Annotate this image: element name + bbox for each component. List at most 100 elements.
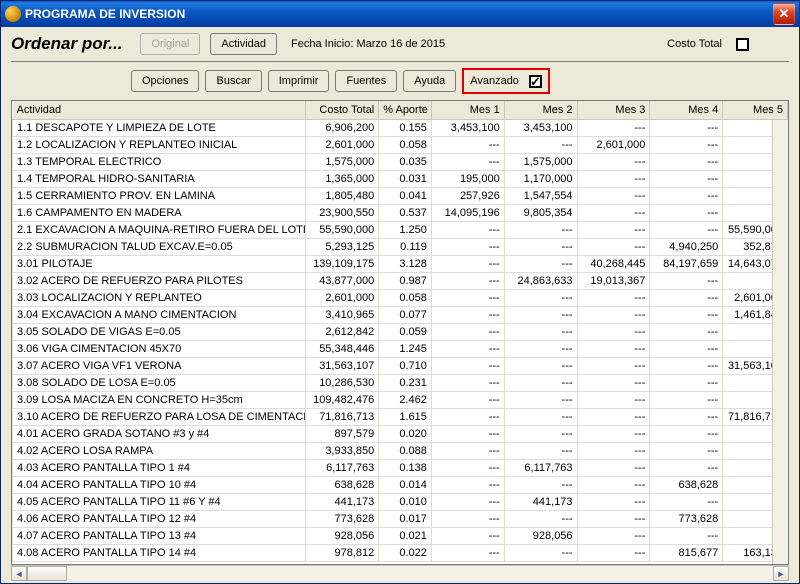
value-cell: 109,482,476 (306, 391, 379, 408)
activity-cell: 3.08 SOLADO DE LOSA E=0.05 (13, 374, 306, 391)
value-cell: --- (431, 306, 504, 323)
table-row[interactable]: 1.1 DESCAPOTE Y LIMPIEZA DE LOTE6,906,20… (13, 119, 788, 136)
avanzado-label: Avanzado (470, 75, 519, 87)
column-header[interactable]: % Aporte (379, 101, 432, 119)
value-cell: 9,805,354 (504, 204, 577, 221)
value-cell: --- (577, 391, 650, 408)
original-button[interactable]: Original (140, 33, 200, 55)
activity-cell: 4.06 ACERO PANTALLA TIPO 12 #4 (13, 510, 306, 527)
table-row[interactable]: 3.04 EXCAVACION A MANO CIMENTACION3,410,… (13, 306, 788, 323)
table-row[interactable]: 1.3 TEMPORAL ELECTRICO1,575,0000.035---1… (13, 153, 788, 170)
column-header[interactable]: Mes 1 (431, 101, 504, 119)
costo-total-label: Costo Total (667, 38, 722, 50)
value-cell: --- (431, 527, 504, 544)
scroll-right-arrow[interactable]: ► (773, 566, 789, 581)
column-header[interactable]: Mes 2 (504, 101, 577, 119)
table-row[interactable]: 4.01 ACERO GRADA SOTANO #3 y #4897,5790.… (13, 425, 788, 442)
value-cell: 1,365,000 (306, 170, 379, 187)
table-row[interactable]: 3.09 LOSA MACIZA EN CONCRETO H=35cm109,4… (13, 391, 788, 408)
title-bar[interactable]: PROGRAMA DE INVERSION ✕ (1, 1, 799, 27)
table-row[interactable]: 1.6 CAMPAMENTO EN MADERA23,900,5500.5371… (13, 204, 788, 221)
table-row[interactable]: 3.10 ACERO DE REFUERZO PARA LOSA DE CIME… (13, 408, 788, 425)
activity-cell: 3.01 PILOTAJE (13, 255, 306, 272)
value-cell: --- (504, 340, 577, 357)
table-row[interactable]: 1.4 TEMPORAL HIDRO-SANITARIA1,365,0000.0… (13, 170, 788, 187)
fuentes-button[interactable]: Fuentes (335, 70, 397, 92)
column-header[interactable]: Mes 4 (650, 101, 723, 119)
value-cell: 1.245 (379, 340, 432, 357)
table-row[interactable]: 4.05 ACERO PANTALLA TIPO 11 #6 Y #4441,1… (13, 493, 788, 510)
column-header[interactable]: Mes 5 (723, 101, 788, 119)
value-cell: 0.119 (379, 238, 432, 255)
value-cell: 1,805,480 (306, 187, 379, 204)
table-row[interactable]: 3.05 SOLADO DE VIGAS E=0.052,612,8420.05… (13, 323, 788, 340)
opciones-button[interactable]: Opciones (131, 70, 199, 92)
table-row[interactable]: 4.08 ACERO PANTALLA TIPO 14 #4978,8120.0… (13, 544, 788, 561)
value-cell: 2,612,842 (306, 323, 379, 340)
column-header[interactable]: Mes 3 (577, 101, 650, 119)
value-cell: 0.088 (379, 442, 432, 459)
value-cell: 0.231 (379, 374, 432, 391)
value-cell: 928,056 (504, 527, 577, 544)
table-row[interactable]: 1.2 LOCALIZACION Y REPLANTEO INICIAL2,60… (13, 136, 788, 153)
activity-cell: 2.1 EXCAVACION A MAQUINA-RETIRO FUERA DE… (13, 221, 306, 238)
column-header[interactable]: Actividad (13, 101, 306, 119)
vertical-scrollbar[interactable] (772, 120, 788, 564)
value-cell: --- (650, 391, 723, 408)
column-header[interactable]: Costo Total (306, 101, 379, 119)
value-cell: 1.615 (379, 408, 432, 425)
value-cell: 0.010 (379, 493, 432, 510)
value-cell: 1.250 (379, 221, 432, 238)
table-row[interactable]: 3.01 PILOTAJE139,109,1753.128------40,26… (13, 255, 788, 272)
value-cell: --- (504, 544, 577, 561)
table-row[interactable]: 2.2 SUBMURACION TALUD EXCAV.E=0.055,293,… (13, 238, 788, 255)
value-cell: --- (431, 544, 504, 561)
value-cell: --- (431, 442, 504, 459)
imprimir-button[interactable]: Imprimir (268, 70, 330, 92)
value-cell: 10,286,530 (306, 374, 379, 391)
table-row[interactable]: 2.1 EXCAVACION A MAQUINA-RETIRO FUERA DE… (13, 221, 788, 238)
value-cell: 0.014 (379, 476, 432, 493)
table-row[interactable]: 4.06 ACERO PANTALLA TIPO 12 #4773,6280.0… (13, 510, 788, 527)
value-cell: 55,348,446 (306, 340, 379, 357)
value-cell: --- (650, 306, 723, 323)
value-cell: --- (431, 425, 504, 442)
value-cell: 6,117,763 (504, 459, 577, 476)
table-row[interactable]: 4.02 ACERO LOSA RAMPA3,933,8500.088-----… (13, 442, 788, 459)
costo-total-checkbox[interactable] (736, 38, 749, 51)
value-cell: --- (577, 238, 650, 255)
table-row[interactable]: 3.03 LOCALIZACION Y REPLANTEO2,601,0000.… (13, 289, 788, 306)
avanzado-checkbox[interactable] (529, 75, 542, 88)
value-cell: 0.022 (379, 544, 432, 561)
scroll-track[interactable] (27, 566, 773, 581)
value-cell: --- (431, 476, 504, 493)
close-button[interactable]: ✕ (773, 3, 795, 25)
table-row[interactable]: 3.08 SOLADO DE LOSA E=0.0510,286,5300.23… (13, 374, 788, 391)
toolbar-row-2: Opciones Buscar Imprimir Fuentes Ayuda A… (11, 68, 789, 100)
table-row[interactable]: 3.02 ACERO DE REFUERZO PARA PILOTES43,87… (13, 272, 788, 289)
value-cell: --- (504, 136, 577, 153)
value-cell: --- (577, 323, 650, 340)
scroll-thumb[interactable] (27, 566, 67, 581)
scroll-left-arrow[interactable]: ◄ (11, 566, 27, 581)
value-cell: 6,117,763 (306, 459, 379, 476)
value-cell: 0.058 (379, 289, 432, 306)
activity-cell: 3.10 ACERO DE REFUERZO PARA LOSA DE CIME… (13, 408, 306, 425)
value-cell: 2,601,000 (306, 289, 379, 306)
table-row[interactable]: 3.06 VIGA CIMENTACION 45X7055,348,4461.2… (13, 340, 788, 357)
table-row[interactable]: 4.03 ACERO PANTALLA TIPO 1 #46,117,7630.… (13, 459, 788, 476)
value-cell: --- (650, 340, 723, 357)
value-cell: 3,410,965 (306, 306, 379, 323)
actividad-button[interactable]: Actividad (210, 33, 277, 55)
table-row[interactable]: 3.07 ACERO VIGA VF1 VERONA31,563,1070.71… (13, 357, 788, 374)
table-row[interactable]: 1.5 CERRAMIENTO PROV. EN LAMINA1,805,480… (13, 187, 788, 204)
value-cell: 0.710 (379, 357, 432, 374)
table-row[interactable]: 4.04 ACERO PANTALLA TIPO 10 #4638,6280.0… (13, 476, 788, 493)
horizontal-scrollbar[interactable]: ◄ ► (11, 565, 789, 581)
value-cell: --- (577, 204, 650, 221)
value-cell: --- (577, 425, 650, 442)
value-cell: --- (504, 510, 577, 527)
ayuda-button[interactable]: Ayuda (403, 70, 456, 92)
buscar-button[interactable]: Buscar (205, 70, 261, 92)
table-row[interactable]: 4.07 ACERO PANTALLA TIPO 13 #4928,0560.0… (13, 527, 788, 544)
